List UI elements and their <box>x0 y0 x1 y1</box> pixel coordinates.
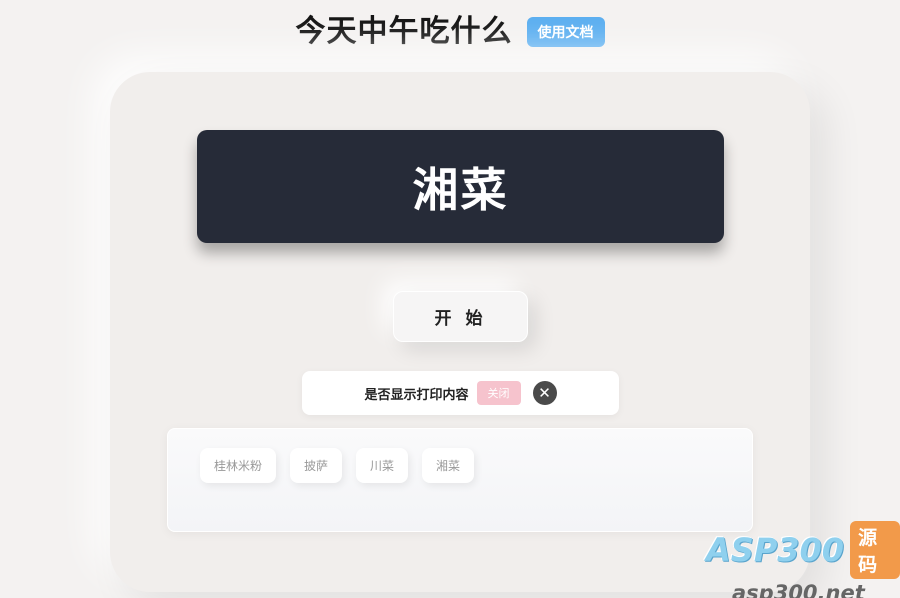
watermark-top: ASP300 源码 <box>706 521 900 579</box>
options-list: 桂林米粉 披萨 川菜 湘菜 <box>167 428 753 532</box>
option-chips: 桂林米粉 披萨 川菜 湘菜 <box>200 448 475 483</box>
watermark-url: asp300.net <box>732 581 865 598</box>
option-chip[interactable]: 川菜 <box>356 448 409 483</box>
option-chip[interactable]: 桂林米粉 <box>200 448 277 483</box>
print-setting-row: 是否显示打印内容 关闭 ✕ <box>302 371 619 415</box>
start-button[interactable]: 开 始 <box>393 291 528 342</box>
app-root: 今天中午吃什么 使用文档 湘菜 开 始 是否显示打印内容 关闭 ✕ 桂林米粉 披… <box>0 0 900 598</box>
option-chip[interactable]: 披萨 <box>290 448 343 483</box>
result-display: 湘菜 <box>197 130 724 243</box>
close-icon[interactable]: ✕ <box>532 381 557 405</box>
docs-button[interactable]: 使用文档 <box>526 17 605 47</box>
header: 今天中午吃什么 使用文档 <box>0 6 900 50</box>
watermark-brand: ASP300 <box>706 531 845 569</box>
page-title: 今天中午吃什么 <box>295 14 513 49</box>
print-toggle-button[interactable]: 关闭 <box>476 381 521 405</box>
option-chip[interactable]: 湘菜 <box>422 448 475 483</box>
print-setting-label: 是否显示打印内容 <box>364 387 469 403</box>
watermark-badge: 源码 <box>850 521 900 579</box>
result-text: 湘菜 <box>412 162 509 217</box>
watermark-logo: ASP300 源码 asp300.net <box>706 521 900 598</box>
